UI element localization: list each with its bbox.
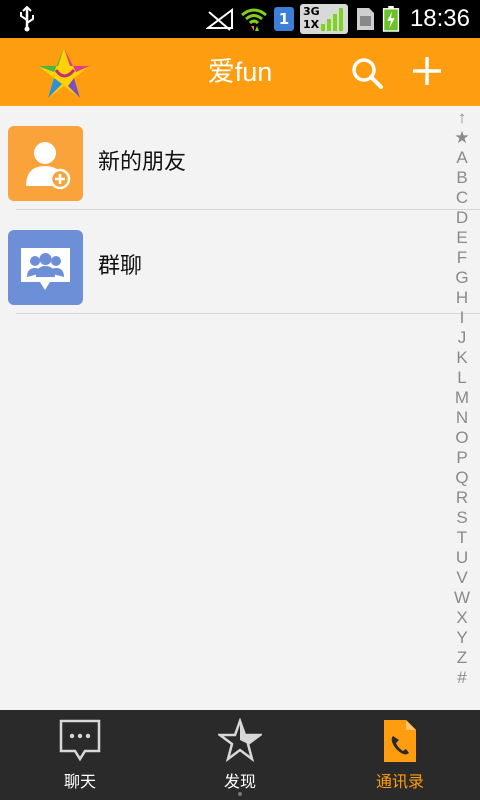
index-letter[interactable]: F (457, 248, 467, 268)
index-letter[interactable]: C (456, 188, 468, 208)
index-letter[interactable]: R (456, 488, 468, 508)
page-indicator-dot (238, 792, 242, 796)
index-letter[interactable]: D (456, 208, 468, 228)
index-letter[interactable]: X (456, 608, 467, 628)
index-letter[interactable]: L (457, 368, 466, 388)
wifi-icon (240, 8, 267, 31)
new-friends-row[interactable]: 新的朋友 (0, 106, 480, 210)
index-letter[interactable]: J (458, 328, 467, 348)
tab-chat[interactable]: 聊天 (0, 710, 160, 800)
index-letter[interactable]: E (456, 228, 467, 248)
new-friend-icon (8, 126, 83, 201)
index-letter[interactable]: O (455, 428, 468, 448)
app-header: 爱fun (0, 38, 480, 106)
index-letter[interactable]: S (456, 508, 467, 528)
no-signal-icon (205, 8, 233, 31)
contacts-book-icon (384, 720, 416, 762)
divider (16, 313, 480, 314)
network-type-top: 3G (302, 5, 320, 18)
signal-bars-icon (320, 8, 343, 31)
index-letter[interactable]: # (457, 668, 466, 688)
index-letter[interactable]: P (456, 448, 467, 468)
index-letter[interactable]: H (456, 288, 468, 308)
tab-chat-label: 聊天 (63, 772, 96, 791)
index-letter[interactable]: U (456, 548, 468, 568)
network-type-bottom: 1X (302, 18, 320, 31)
clock: 18:36 (409, 5, 470, 32)
chat-bubble-icon (59, 719, 101, 762)
alphabet-index[interactable]: ↑ ★ A B C D E F G H I J K L M N O P Q R S T U V W X Y Z # (450, 108, 474, 688)
index-letter[interactable]: T (457, 528, 467, 548)
sim-badge: 1 (273, 7, 294, 31)
search-icon[interactable] (350, 56, 384, 90)
index-letter[interactable]: G (455, 268, 468, 288)
tab-contacts[interactable]: 通讯录 (320, 710, 480, 800)
index-letter[interactable]: M (455, 388, 469, 408)
usb-icon (20, 6, 34, 32)
app-title: 爱fun (207, 57, 273, 87)
status-bar: 1 3G 1X 18:36 (0, 0, 480, 38)
battery-charging-icon (382, 6, 400, 32)
index-letter[interactable]: I (460, 308, 465, 328)
group-chat-icon (8, 230, 83, 305)
group-chat-row[interactable]: 群聊 (0, 210, 480, 314)
index-letter[interactable]: Q (455, 468, 468, 488)
bottom-nav: 聊天 发现 通讯录 (0, 710, 480, 800)
tab-contacts-label: 通讯录 (375, 772, 424, 791)
tab-discover[interactable]: 发现 (160, 710, 320, 800)
index-letter[interactable]: N (456, 408, 468, 428)
index-letter[interactable]: V (456, 568, 467, 588)
index-letter[interactable]: Z (457, 648, 467, 668)
network-badge: 3G 1X (299, 4, 348, 34)
star-icon (218, 718, 262, 763)
index-letter[interactable]: K (456, 348, 467, 368)
index-letter[interactable]: ↑ (458, 108, 467, 128)
index-letter[interactable]: A (456, 148, 467, 168)
index-letter[interactable]: Y (456, 628, 467, 648)
new-friends-label: 新的朋友 (98, 150, 187, 175)
sim-card-icon (356, 8, 374, 30)
contacts-menu: 新的朋友 群聊 (0, 106, 480, 314)
index-letter[interactable]: ★ (454, 128, 469, 148)
group-chat-label: 群聊 (98, 254, 143, 279)
add-icon[interactable] (410, 54, 444, 88)
index-letter[interactable]: B (456, 168, 467, 188)
index-letter[interactable]: W (454, 588, 470, 608)
tab-discover-label: 发现 (223, 772, 256, 791)
